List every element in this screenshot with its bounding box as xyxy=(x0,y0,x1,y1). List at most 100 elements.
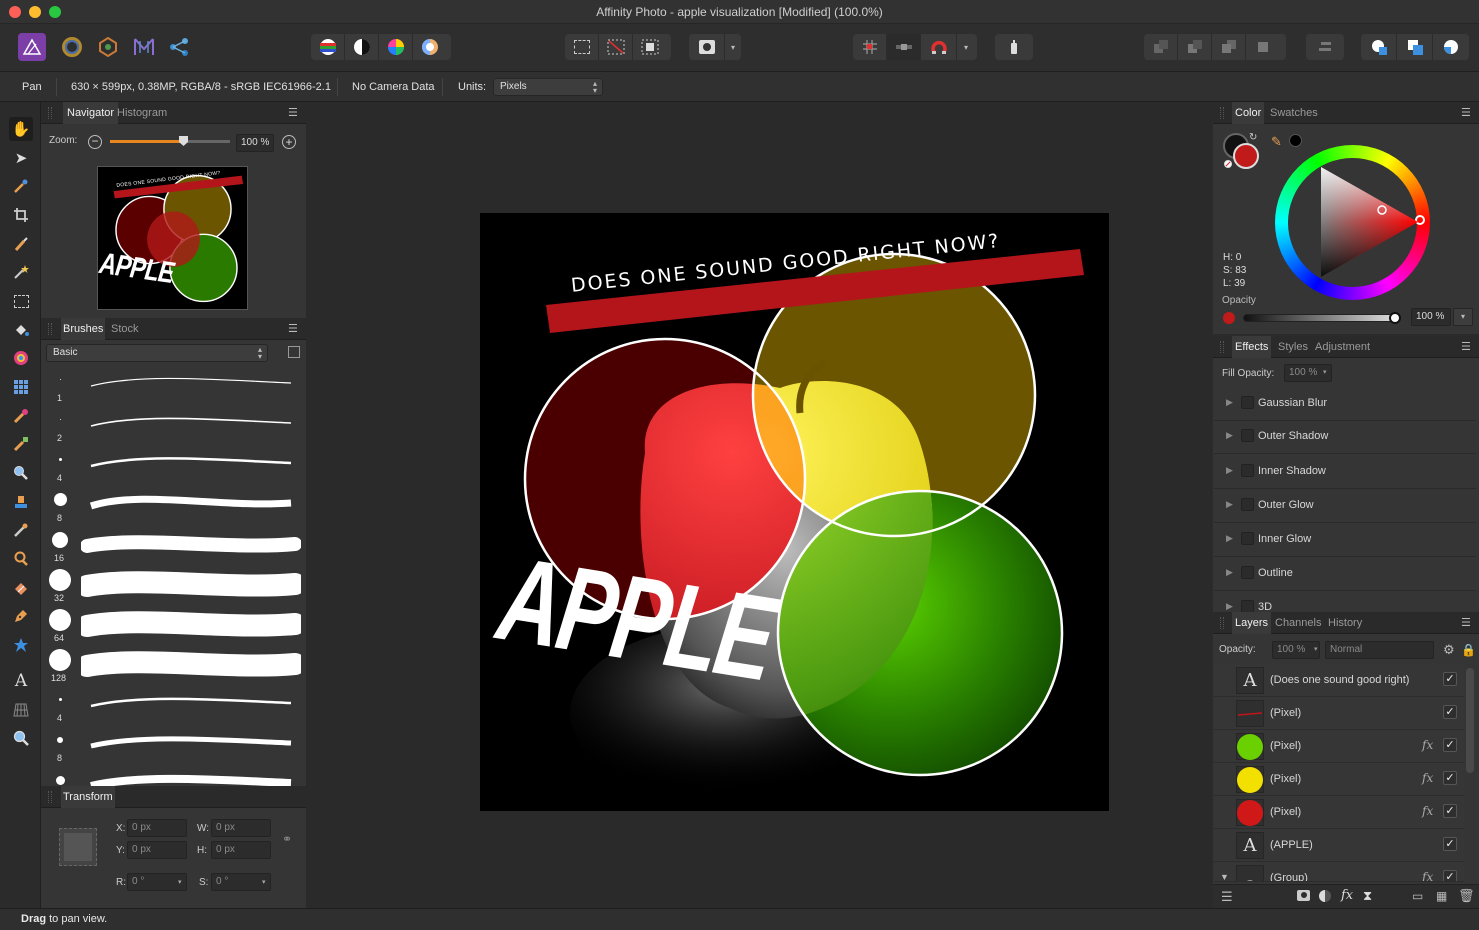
disclosure-triangle-icon[interactable]: ▶ xyxy=(1226,533,1233,544)
canvas-area[interactable]: DOES ONE SOUND GOOD RIGHT NOW? APPLE xyxy=(306,102,1212,908)
develop-persona-icon[interactable] xyxy=(98,36,118,58)
gradient-tool-icon[interactable] xyxy=(9,346,33,370)
layer-visibility-checkbox[interactable]: ✓ xyxy=(1443,771,1457,785)
panel-menu-icon[interactable]: ☰ xyxy=(1461,340,1471,353)
tab-transform[interactable]: Transform xyxy=(61,786,115,808)
select-all-icon[interactable] xyxy=(565,34,599,60)
shape-tool-icon[interactable] xyxy=(9,633,33,657)
layer-row[interactable]: (Pixel) fx ✓ xyxy=(1214,796,1464,829)
dodge-tool-icon[interactable] xyxy=(9,547,33,571)
layer-effects-icon[interactable]: fx xyxy=(1422,870,1433,881)
layers-scrollbar[interactable] xyxy=(1466,668,1474,773)
h-field[interactable]: 0 px xyxy=(211,841,271,859)
swap-colors-icon[interactable]: ↻ xyxy=(1249,132,1257,143)
effect-enable-checkbox[interactable] xyxy=(1241,396,1254,409)
move-to-front-icon[interactable] xyxy=(1246,34,1280,60)
anchor-selector[interactable] xyxy=(59,828,97,866)
effect-row[interactable]: ▶ Gaussian Blur xyxy=(1214,387,1476,421)
healing-brush-tool-icon[interactable] xyxy=(9,518,33,542)
assistant-manager-icon[interactable] xyxy=(995,34,1033,60)
tab-layers[interactable]: Layers xyxy=(1232,612,1272,634)
layer-effects-icon[interactable]: fx xyxy=(1422,771,1433,785)
tab-color[interactable]: Color xyxy=(1232,102,1265,124)
add-boolean-icon[interactable] xyxy=(1361,34,1397,60)
layer-effects-icon[interactable]: fx xyxy=(1422,738,1433,752)
disclosure-triangle-icon[interactable]: ▶ xyxy=(1226,601,1233,612)
zoom-tool-alt-icon[interactable] xyxy=(9,461,33,485)
move-forward-one-icon[interactable] xyxy=(1212,34,1246,60)
mask-layer-icon[interactable] xyxy=(1297,890,1310,901)
hsl-icon[interactable] xyxy=(379,34,413,60)
expand-group-icon[interactable]: ▼ xyxy=(1220,872,1229,881)
layer-visibility-checkbox[interactable]: ✓ xyxy=(1443,672,1457,686)
disclosure-triangle-icon[interactable]: ▶ xyxy=(1226,397,1233,408)
layer-row[interactable]: ▼ (Group) fx ✓ xyxy=(1214,862,1464,882)
move-to-back-icon[interactable] xyxy=(1144,34,1178,60)
tab-channels[interactable]: Channels xyxy=(1275,617,1321,629)
layer-effects-icon[interactable]: fx xyxy=(1422,804,1433,818)
move-tool-icon[interactable]: ➤ xyxy=(9,146,33,170)
effect-row[interactable]: ▶ Inner Glow xyxy=(1214,523,1476,557)
disclosure-triangle-icon[interactable]: ▶ xyxy=(1226,567,1233,578)
clone-tool-icon[interactable] xyxy=(9,490,33,514)
layer-visibility-checkbox[interactable]: ✓ xyxy=(1443,837,1457,851)
panel-menu-icon[interactable]: ☰ xyxy=(1461,616,1471,629)
pen-tool-icon[interactable] xyxy=(9,604,33,628)
zoom-slider[interactable] xyxy=(110,136,230,146)
zoom-out-icon[interactable]: − xyxy=(88,135,102,149)
tab-history[interactable]: History xyxy=(1328,617,1362,629)
panel-grip-icon[interactable] xyxy=(1220,107,1224,119)
alignment-icon[interactable] xyxy=(1306,34,1344,60)
fill-tool-icon[interactable] xyxy=(9,318,33,342)
opacity-slider-handle[interactable] xyxy=(1389,312,1401,324)
panel-grip-icon[interactable] xyxy=(1220,341,1224,353)
effect-enable-checkbox[interactable] xyxy=(1241,566,1254,579)
liquify-persona-icon[interactable] xyxy=(62,37,82,57)
layers-stack-icon[interactable]: ☰ xyxy=(1221,889,1233,905)
tab-effects[interactable]: Effects xyxy=(1232,336,1272,358)
export-persona-icon[interactable] xyxy=(168,37,190,57)
layer-row[interactable]: (Pixel) fx ✓ xyxy=(1214,730,1464,763)
shear-dropdown-icon[interactable]: ▾ xyxy=(262,878,266,886)
selection-brush-tool-icon[interactable] xyxy=(9,232,33,256)
brush-category-dropdown[interactable]: Basic ▴ ▾ xyxy=(46,344,268,362)
layer-opacity-dropdown-icon[interactable]: ▾ xyxy=(1314,645,1318,653)
quick-mask-dropdown-icon[interactable]: ▾ xyxy=(725,43,741,52)
effect-enable-checkbox[interactable] xyxy=(1241,532,1254,545)
zoom-slider-handle[interactable] xyxy=(179,136,188,146)
link-proportions-icon[interactable]: ⚭ xyxy=(282,832,292,846)
opacity-dropdown-icon[interactable]: ▾ xyxy=(1453,308,1473,326)
no-color-icon[interactable] xyxy=(1224,160,1232,168)
layer-visibility-checkbox[interactable]: ✓ xyxy=(1443,804,1457,818)
disclosure-triangle-icon[interactable]: ▶ xyxy=(1226,430,1233,441)
flood-select-tool-icon[interactable] xyxy=(9,260,33,284)
effect-enable-checkbox[interactable] xyxy=(1241,498,1254,511)
trash-icon[interactable]: 🗑 xyxy=(1458,888,1475,904)
fill-opacity-dropdown-icon[interactable]: ▾ xyxy=(1323,368,1327,376)
invert-selection-icon[interactable] xyxy=(633,34,667,60)
snapping-magnet-icon[interactable] xyxy=(921,34,957,60)
panel-menu-icon[interactable]: ☰ xyxy=(288,322,298,335)
effect-enable-checkbox[interactable] xyxy=(1241,464,1254,477)
effect-enable-checkbox[interactable] xyxy=(1241,429,1254,442)
intersect-boolean-icon[interactable] xyxy=(1433,34,1469,60)
grid-icon[interactable] xyxy=(853,34,887,60)
subtract-boolean-icon[interactable] xyxy=(1397,34,1433,60)
move-back-one-icon[interactable] xyxy=(1178,34,1212,60)
y-field[interactable]: 0 px xyxy=(127,841,187,859)
layer-visibility-checkbox[interactable]: ✓ xyxy=(1443,705,1457,719)
disclosure-triangle-icon[interactable]: ▶ xyxy=(1226,499,1233,510)
x-field[interactable]: 0 px xyxy=(127,819,187,837)
lock-icon[interactable]: 🔒 xyxy=(1461,643,1476,657)
effect-row[interactable]: ▶ Outline xyxy=(1214,557,1476,591)
deselect-icon[interactable] xyxy=(599,34,633,60)
effect-enable-checkbox[interactable] xyxy=(1241,600,1254,612)
levels-icon[interactable] xyxy=(311,34,345,60)
layer-row[interactable]: (Pixel) ✓ xyxy=(1214,697,1464,730)
panel-grip-icon[interactable] xyxy=(48,107,52,119)
blend-mode-dropdown[interactable]: Normal xyxy=(1325,641,1434,659)
panel-grip-icon[interactable] xyxy=(48,791,52,803)
tab-brushes[interactable]: Brushes xyxy=(61,318,106,340)
black-white-icon[interactable] xyxy=(345,34,379,60)
paint-mixer-tool-icon[interactable] xyxy=(9,432,33,456)
